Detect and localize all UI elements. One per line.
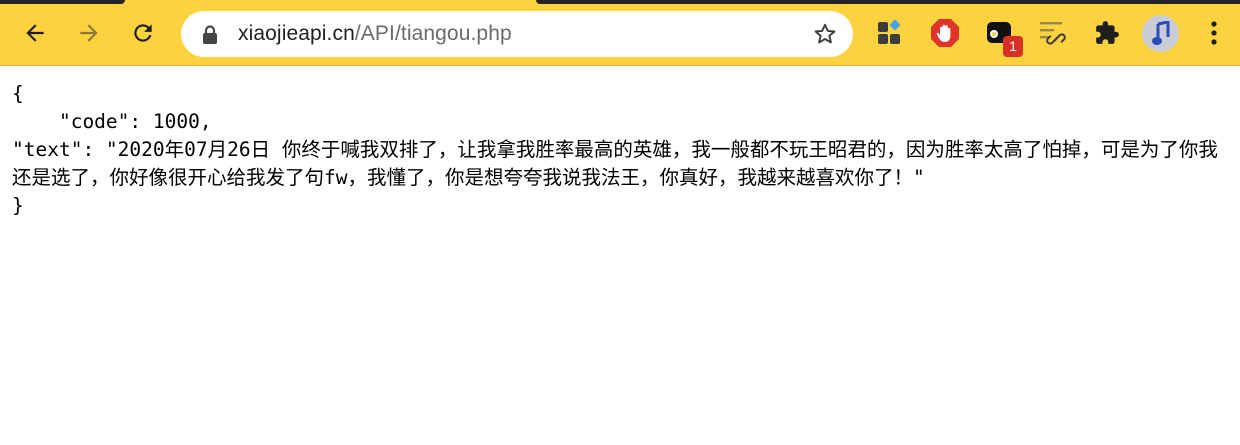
stop-hand-icon <box>931 19 959 47</box>
profile-avatar[interactable] <box>1142 15 1179 52</box>
link-list-icon <box>1040 22 1066 45</box>
browser-toolbar: xiaojieapi.cn/API/tiangou.php 1 <box>0 0 1240 66</box>
extension-links-button[interactable] <box>1037 17 1069 49</box>
json-open-brace: { <box>12 82 24 105</box>
reload-button[interactable] <box>125 15 161 51</box>
json-response: { "code": 1000, "text": "2020年07月26日 你终于… <box>12 80 1234 220</box>
extension-apps-button[interactable] <box>874 17 906 49</box>
star-icon[interactable] <box>813 22 837 46</box>
extension-adblock-button[interactable] <box>929 17 961 49</box>
json-text-line: "text": "2020年07月26日 你终于喊我双排了，让我拿我胜率最高的英… <box>12 138 1218 189</box>
reload-icon <box>134 24 152 42</box>
json-close-brace: } <box>12 194 24 217</box>
json-code-line: "code": 1000, <box>12 110 212 133</box>
forward-button[interactable] <box>71 15 107 51</box>
puzzle-icon <box>1096 21 1119 44</box>
extensions-menu-button[interactable] <box>1091 17 1123 49</box>
arrow-left-icon <box>26 24 44 42</box>
address-bar[interactable]: xiaojieapi.cn/API/tiangou.php <box>181 11 853 57</box>
url-path: /API/tiangou.php <box>354 22 512 45</box>
tab-strip-edge <box>0 0 125 4</box>
back-button[interactable] <box>17 15 53 51</box>
apps-grid-icon <box>878 20 901 44</box>
music-note-icon <box>1151 20 1169 45</box>
url-text[interactable]: xiaojieapi.cn/API/tiangou.php <box>238 22 512 46</box>
lock-icon[interactable] <box>202 25 218 44</box>
url-host: xiaojieapi.cn <box>238 22 355 45</box>
tab-strip-edge <box>536 0 1240 4</box>
browser-menu-button[interactable] <box>1198 17 1230 49</box>
extension-badge: 1 <box>1003 36 1023 57</box>
kebab-menu-icon <box>1211 21 1217 45</box>
arrow-right-icon <box>80 24 98 42</box>
